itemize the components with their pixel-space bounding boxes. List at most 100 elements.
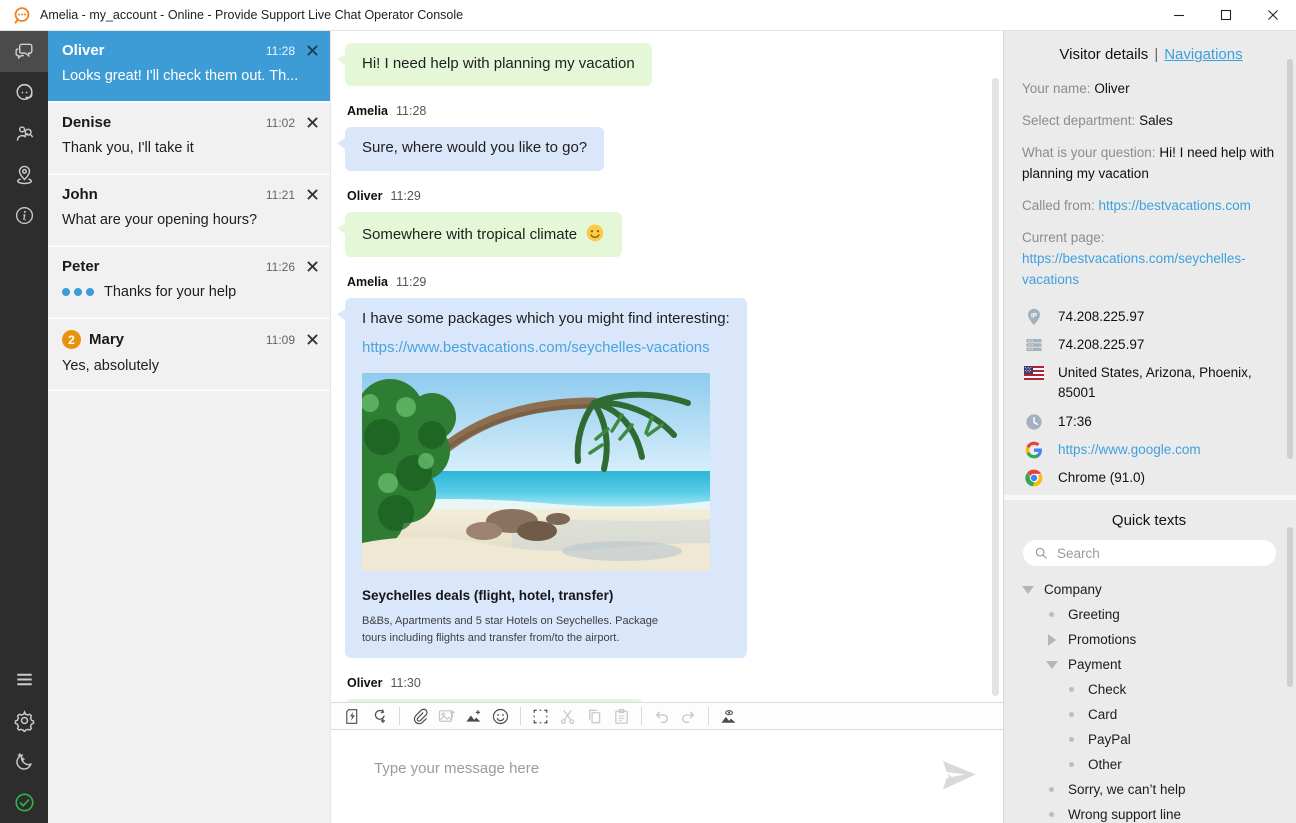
- chat-preview: Looks great! I'll check them out. Th...: [62, 68, 318, 84]
- sidebar-item-geolocation[interactable]: [0, 154, 48, 195]
- unread-badge: 2: [62, 330, 81, 349]
- chat-list-item[interactable]: Peter 11:26 Thanks for your help: [48, 247, 330, 319]
- close-chat-icon[interactable]: [307, 189, 318, 200]
- visitor-details-scrollbar[interactable]: [1287, 59, 1293, 459]
- us-flag-icon: [1024, 363, 1044, 383]
- close-chat-icon[interactable]: [307, 261, 318, 272]
- paste-icon: [612, 707, 631, 726]
- tree-expand-icon[interactable]: [1048, 634, 1056, 646]
- visitor-info-link[interactable]: https://www.google.com: [1058, 440, 1201, 460]
- undo-button[interactable]: [648, 705, 675, 728]
- quick-text-node[interactable]: PayPal: [1018, 727, 1280, 752]
- quick-text-node[interactable]: Promotions: [1018, 627, 1280, 652]
- tree-bullet-icon: [1069, 762, 1074, 767]
- status-online-icon: [13, 791, 36, 814]
- visitor-field-link[interactable]: https://bestvacations.com/seychelles-vac…: [1022, 251, 1246, 287]
- quick-text-icon: [343, 707, 362, 726]
- quick-text-label: Company: [1044, 582, 1102, 597]
- clock-icon: [1024, 412, 1044, 432]
- sidebar-item-status-online[interactable]: [0, 782, 48, 823]
- select-area-button[interactable]: [527, 705, 554, 728]
- sidebar-item-menu[interactable]: [0, 659, 48, 700]
- visitor-info-row: United States, Arizona, Phoenix, 85001: [1022, 363, 1280, 404]
- tab-visitor-details[interactable]: Visitor details: [1059, 46, 1148, 63]
- attach-file-button[interactable]: [406, 705, 433, 728]
- close-button[interactable]: [1249, 0, 1296, 30]
- copy-button[interactable]: [581, 705, 608, 728]
- visitor-info-text: 17:36: [1058, 412, 1092, 432]
- add-quick-text-button[interactable]: [366, 705, 393, 728]
- quick-text-node[interactable]: Company: [1018, 577, 1280, 602]
- visitor-info-text: 74.208.225.97: [1058, 335, 1144, 355]
- paste-button[interactable]: [608, 705, 635, 728]
- chat-list-item[interactable]: Denise 11:02 Thank you, I'll take it: [48, 103, 330, 175]
- search-input[interactable]: [1057, 546, 1265, 561]
- sidebar-item-chats[interactable]: [0, 31, 48, 72]
- upload-image-button[interactable]: [433, 705, 460, 728]
- tree-collapse-icon[interactable]: [1046, 661, 1058, 669]
- message-header: Amelia11:29: [347, 275, 977, 289]
- close-chat-icon[interactable]: [307, 334, 318, 345]
- quick-texts-scrollbar[interactable]: [1287, 527, 1293, 687]
- chat-time: 11:26: [266, 260, 295, 274]
- insert-image-button[interactable]: [460, 705, 487, 728]
- sidebar-item-settings[interactable]: [0, 700, 48, 741]
- minimize-button[interactable]: [1155, 0, 1202, 30]
- chat-scrollbar[interactable]: [992, 78, 999, 696]
- screen-capture-icon: [719, 707, 738, 726]
- chat-list-item[interactable]: 2Mary 11:09 Yes, absolutely: [48, 319, 330, 391]
- quick-texts-section: Quick texts CompanyGreetingPromotionsPay…: [1004, 500, 1296, 823]
- sidebar-item-info[interactable]: [0, 195, 48, 236]
- chat-list-item[interactable]: Oliver 11:28 Looks great! I'll check the…: [48, 31, 330, 103]
- message-time: 11:28: [396, 104, 426, 118]
- upload-image-icon: [437, 707, 456, 726]
- quick-text-node[interactable]: Sorry, we can’t help: [1018, 777, 1280, 802]
- tree-collapse-icon[interactable]: [1022, 586, 1034, 594]
- message-sender: Amelia: [347, 104, 388, 118]
- tab-navigations[interactable]: Navigations: [1164, 46, 1242, 63]
- visitor-field-label: Current page:: [1022, 230, 1105, 245]
- toolbar-divider: [399, 707, 400, 725]
- cut-button[interactable]: [554, 705, 581, 728]
- quick-text-node[interactable]: Check: [1018, 677, 1280, 702]
- toolbar-divider: [641, 707, 642, 725]
- message-text: Sure, where would you like to go?: [362, 139, 587, 156]
- quick-text-label: Wrong support line: [1068, 807, 1181, 822]
- operator-icon: [13, 81, 36, 104]
- visitor-field-link[interactable]: https://bestvacations.com: [1099, 198, 1251, 213]
- left-icon-rail: [0, 31, 48, 823]
- sidebar-item-night-mode[interactable]: [0, 741, 48, 782]
- chat-list-item[interactable]: John 11:21 What are your opening hours?: [48, 175, 330, 247]
- close-chat-icon[interactable]: [307, 45, 318, 56]
- smile-emoji-icon: [585, 223, 605, 243]
- close-chat-icon[interactable]: [307, 117, 318, 128]
- link-preview-title: Seychelles deals (flight, hotel, transfe…: [362, 587, 730, 605]
- maximize-button[interactable]: [1202, 0, 1249, 30]
- link-preview-image[interactable]: [362, 373, 710, 571]
- quick-text-node[interactable]: Card: [1018, 702, 1280, 727]
- quick-text-node[interactable]: Payment: [1018, 652, 1280, 677]
- quick-text-node[interactable]: Greeting: [1018, 602, 1280, 627]
- message-input[interactable]: [331, 730, 1003, 823]
- redo-button[interactable]: [675, 705, 702, 728]
- quick-text-button[interactable]: [339, 705, 366, 728]
- search-icon: [1034, 546, 1048, 560]
- settings-icon: [13, 709, 36, 732]
- tree-bullet-icon: [1049, 787, 1054, 792]
- chat-time: 11:21: [266, 188, 295, 202]
- quick-text-node[interactable]: Wrong support line: [1018, 802, 1280, 823]
- screen-capture-button[interactable]: [715, 705, 742, 728]
- emoji-button[interactable]: [487, 705, 514, 728]
- svg-text:IP: IP: [1031, 312, 1038, 319]
- quick-texts-search: [1023, 540, 1276, 566]
- sidebar-item-operator[interactable]: [0, 72, 48, 113]
- visitor-field: Called from: https://bestvacations.com: [1022, 195, 1280, 216]
- visitor-field-value: Oliver: [1094, 81, 1129, 96]
- message-link[interactable]: https://www.bestvacations.com/seychelles…: [362, 338, 730, 358]
- visitor-info-text: 74.208.225.97: [1058, 307, 1144, 327]
- quick-text-node[interactable]: Other: [1018, 752, 1280, 777]
- message-time: 11:29: [390, 189, 420, 203]
- send-button[interactable]: [939, 755, 979, 795]
- chat-time: 11:02: [266, 116, 295, 130]
- sidebar-item-visitors[interactable]: [0, 113, 48, 154]
